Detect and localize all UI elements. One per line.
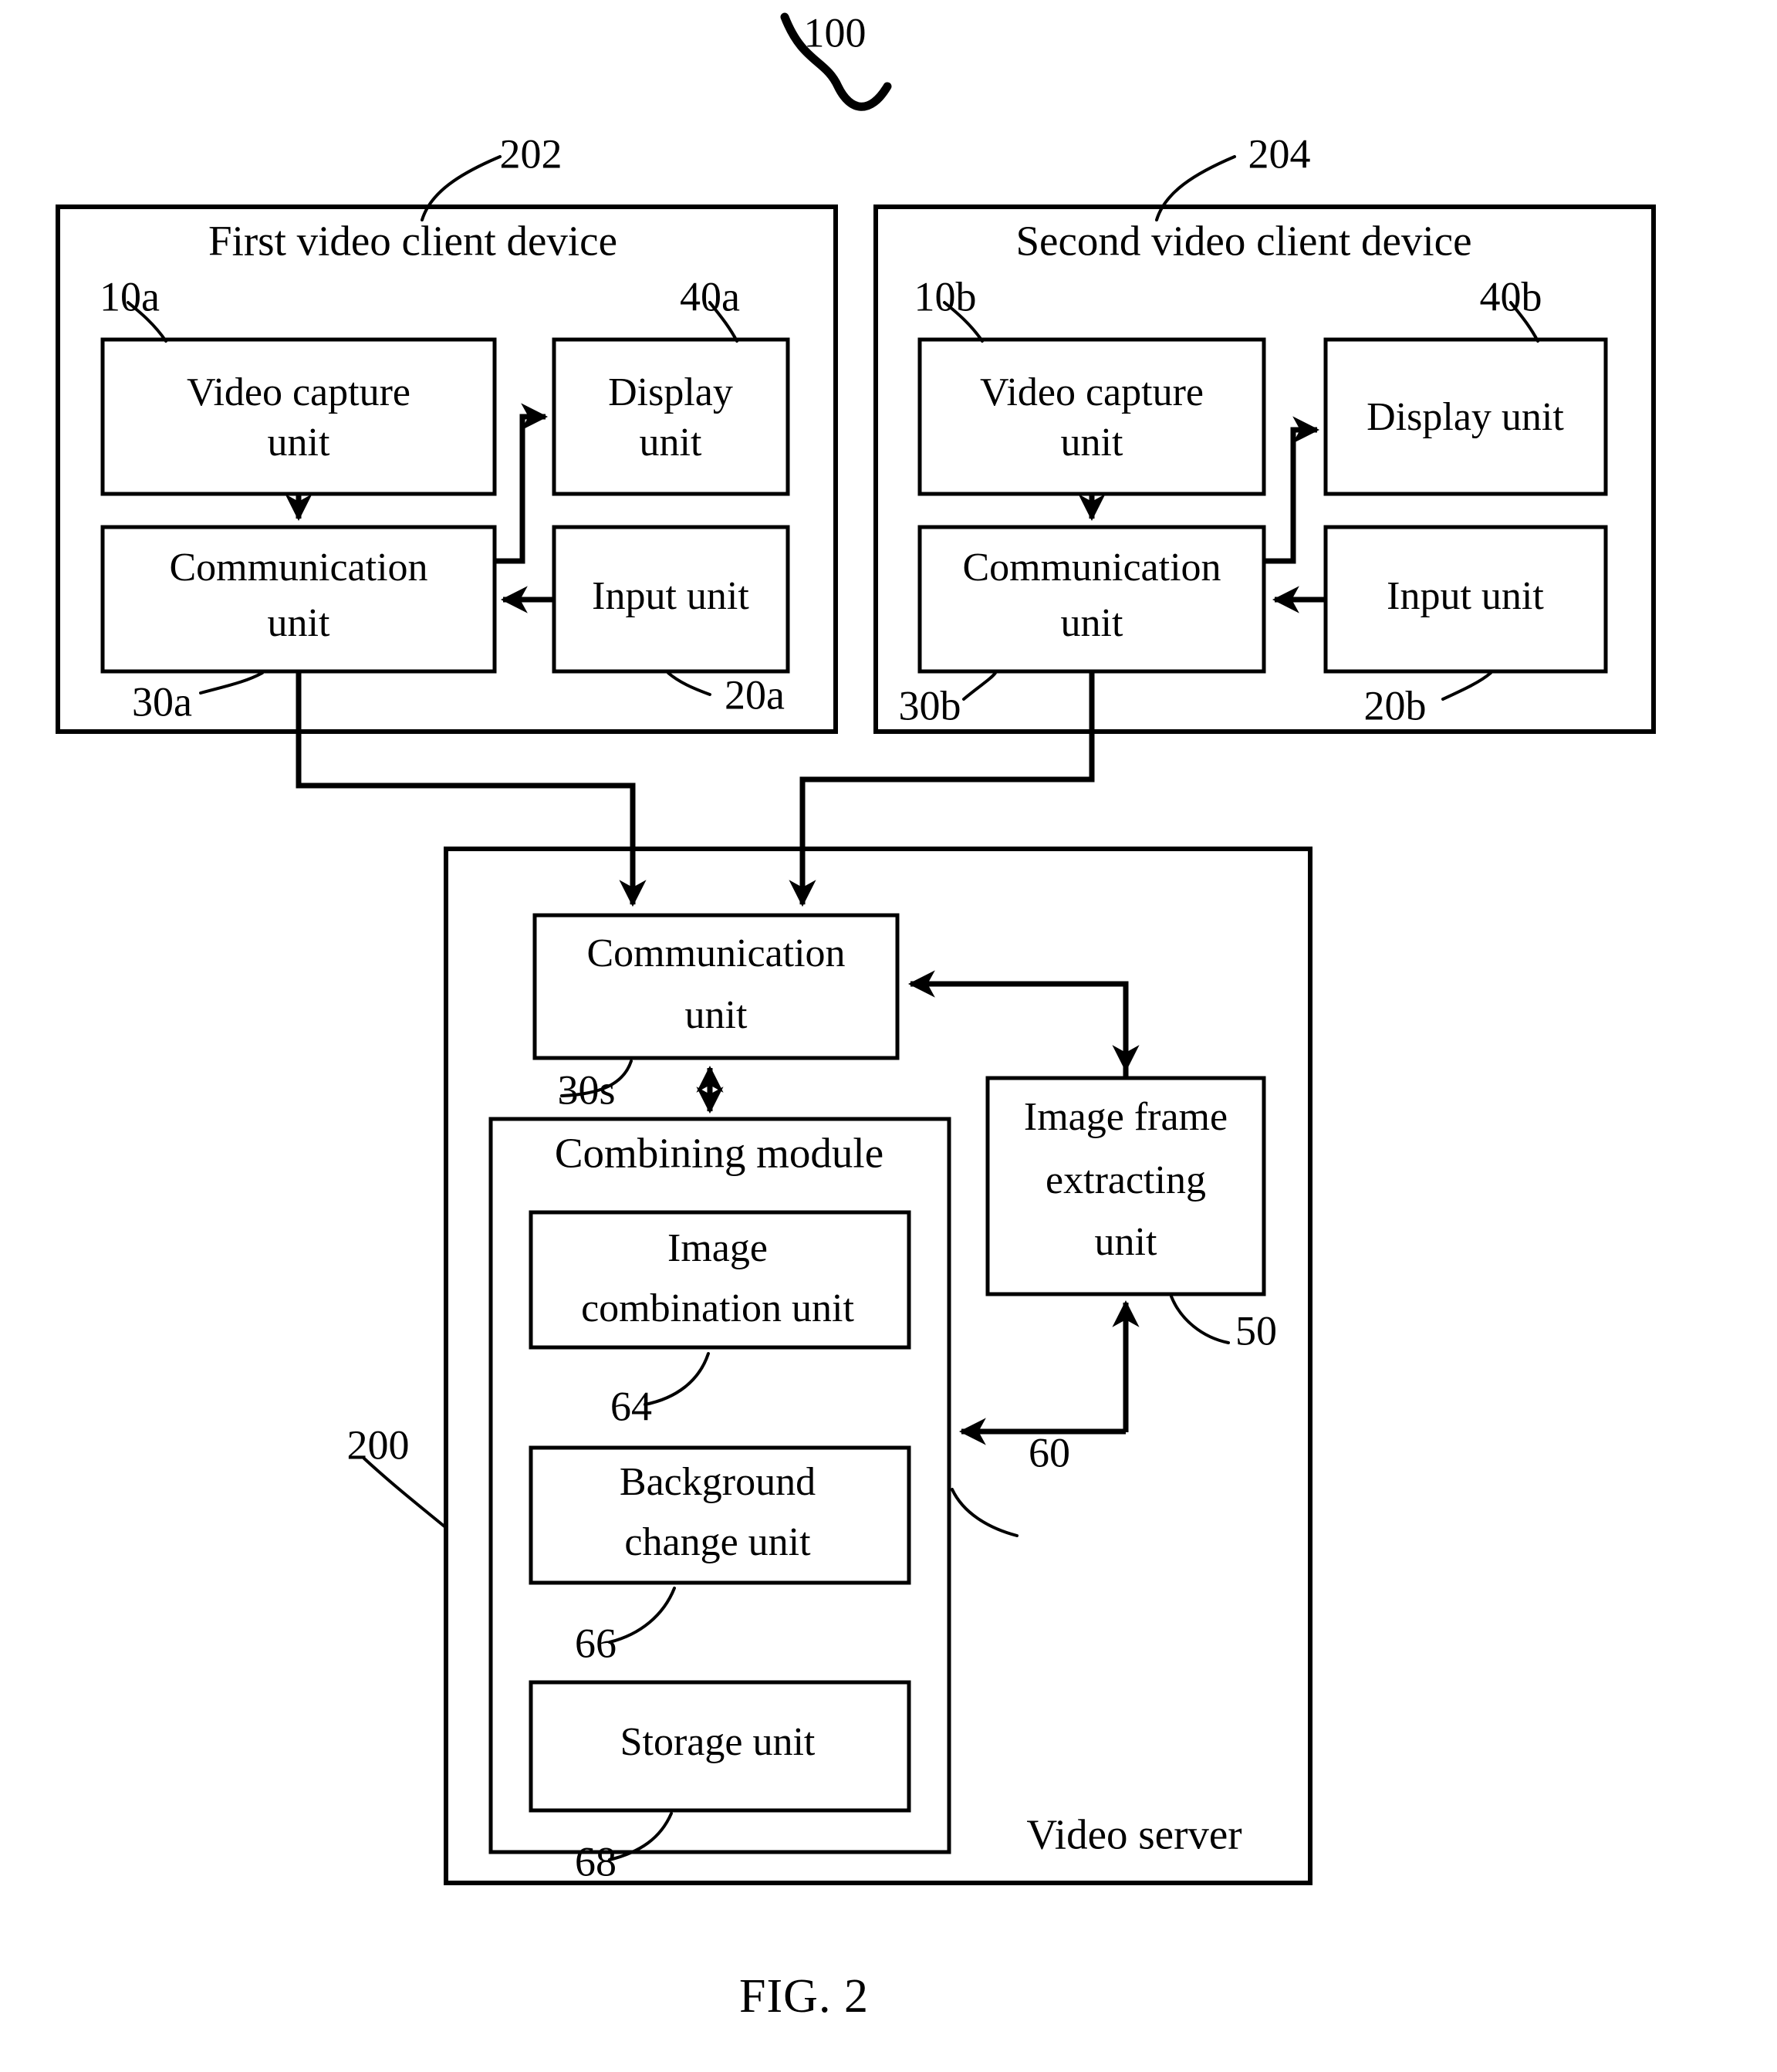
ref-40b: 40b: [1480, 273, 1542, 319]
storage-unit-line1: Storage unit: [620, 1720, 816, 1764]
second-client-device-title: Second video client device: [1015, 218, 1471, 265]
image-frame-extracting-unit-line2: extracting: [1046, 1158, 1206, 1202]
ref-10a: 10a: [100, 273, 160, 319]
ref-30a: 30a: [132, 678, 192, 725]
ref-100: 100: [804, 9, 867, 56]
ref-68: 68: [575, 1838, 617, 1884]
first-client-device-title: First video client device: [208, 218, 617, 265]
ref-202: 202: [500, 130, 562, 177]
ref-204: 204: [1248, 130, 1311, 177]
ref-20b: 20b: [1364, 682, 1427, 728]
image-combination-unit-line1: Image: [667, 1226, 768, 1270]
background-change-unit-line2: change unit: [624, 1520, 811, 1564]
ref-30b: 30b: [899, 682, 961, 728]
second-input-unit-line1: Input unit: [1387, 574, 1544, 618]
second-communication-unit-line2: unit: [1061, 601, 1123, 645]
second-display-unit-line1: Display unit: [1367, 395, 1564, 439]
ref-200: 200: [347, 1421, 410, 1468]
second-video-capture-unit-line1: Video capture: [980, 370, 1204, 414]
second-video-capture-unit-line2: unit: [1061, 421, 1123, 465]
background-change-unit-line1: Background: [620, 1460, 816, 1504]
server-communication-unit-line2: unit: [685, 993, 748, 1037]
first-input-unit-line1: Input unit: [592, 574, 749, 618]
first-communication-unit-line2: unit: [268, 601, 330, 645]
image-combination-unit-line2: combination unit: [581, 1286, 854, 1330]
ref-40a: 40a: [680, 273, 740, 319]
first-video-capture-unit-line1: Video capture: [187, 370, 410, 414]
image-frame-extracting-unit-line3: unit: [1095, 1220, 1157, 1264]
ref-60: 60: [1029, 1429, 1070, 1475]
ref-10b: 10b: [914, 273, 977, 319]
ref-50: 50: [1235, 1307, 1277, 1354]
figure-caption: FIG. 2: [739, 1970, 869, 2023]
first-communication-unit-line1: Communication: [169, 546, 427, 590]
server-communication-unit-line1: Communication: [586, 931, 845, 975]
image-frame-extracting-unit-line1: Image frame: [1024, 1095, 1228, 1139]
second-communication-unit-line1: Communication: [962, 546, 1221, 590]
patent-figure: 100 202 First video client device 10a 40…: [0, 0, 1777, 2072]
ref-64: 64: [610, 1383, 652, 1429]
combining-module-title: Combining module: [555, 1130, 883, 1177]
label-layer: 100 202 First video client device 10a 40…: [100, 9, 1564, 2023]
ref-30s: 30s: [557, 1066, 615, 1113]
video-server-title: Video server: [1026, 1811, 1242, 1858]
first-video-capture-unit-line2: unit: [268, 421, 330, 465]
first-display-unit-line1: Display: [608, 370, 733, 414]
first-display-unit-line2: unit: [640, 421, 702, 465]
ref-20a: 20a: [725, 671, 785, 718]
ref-66: 66: [575, 1620, 617, 1666]
